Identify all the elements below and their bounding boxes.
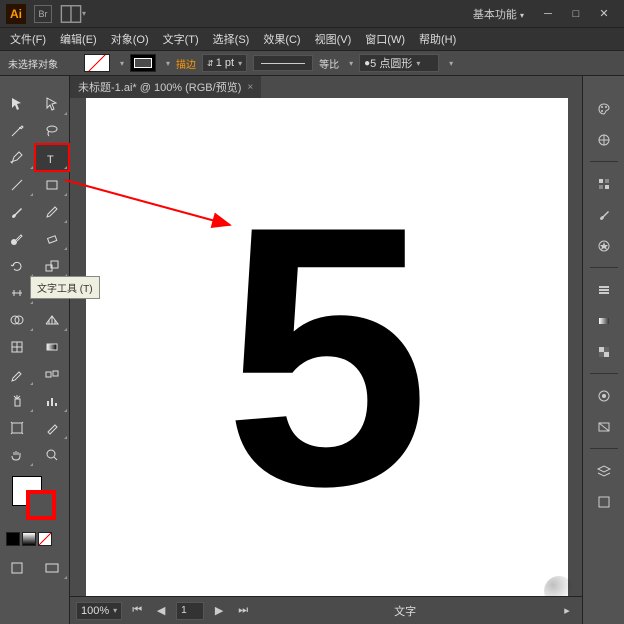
- menu-type[interactable]: 文字(T): [163, 31, 199, 47]
- close-button[interactable]: ✕: [590, 4, 618, 24]
- tab-close-icon[interactable]: ×: [247, 82, 253, 93]
- selection-tool[interactable]: [0, 90, 35, 117]
- artboards-panel-icon[interactable]: [590, 489, 618, 514]
- selection-status: 未选择对象: [8, 56, 58, 71]
- stroke-color-icon[interactable]: [26, 490, 56, 520]
- mesh-tool[interactable]: [0, 333, 35, 360]
- stroke-label[interactable]: 描边: [176, 56, 196, 71]
- document-area: 未标题-1.ai* @ 100% (RGB/预览) × 5 100%▾ ⏮ ◀ …: [70, 76, 582, 624]
- first-artboard-icon[interactable]: ⏮: [128, 603, 146, 619]
- title-bar: Ai Br ▾ 基本功能 ▾ ─ □ ✕: [0, 0, 624, 28]
- tab-title: 未标题-1.ai* @ 100% (RGB/预览): [78, 79, 241, 95]
- scale-label: 等比: [319, 56, 339, 71]
- gradient-mode-icon[interactable]: [22, 532, 36, 546]
- workspace: T: [0, 76, 624, 624]
- minimize-button[interactable]: ─: [534, 4, 562, 24]
- last-artboard-icon[interactable]: ⏭: [234, 603, 252, 619]
- menu-select[interactable]: 选择(S): [213, 31, 250, 47]
- screen-mode-normal[interactable]: [0, 554, 35, 581]
- zoom-level-input[interactable]: 100%▾: [76, 602, 122, 620]
- line-segment-tool[interactable]: [0, 171, 35, 198]
- zoom-tool[interactable]: [35, 441, 70, 468]
- maximize-button[interactable]: □: [562, 4, 590, 24]
- menu-edit[interactable]: 编辑(E): [60, 31, 97, 47]
- color-mode-icon[interactable]: [6, 532, 20, 546]
- menu-window[interactable]: 窗口(W): [365, 31, 405, 47]
- bridge-icon[interactable]: Br: [34, 5, 52, 23]
- scale-tool[interactable]: [35, 252, 70, 279]
- color-guide-panel-icon[interactable]: [590, 127, 618, 152]
- column-graph-tool[interactable]: [35, 387, 70, 414]
- svg-text:T: T: [47, 154, 54, 166]
- arrange-docs-icon[interactable]: ▾: [60, 5, 86, 23]
- pencil-tool[interactable]: [35, 198, 70, 225]
- none-mode-icon[interactable]: [38, 532, 52, 546]
- brush-definition[interactable]: ● 5 点圆形▾: [359, 54, 439, 72]
- symbol-sprayer-tool[interactable]: [0, 387, 35, 414]
- magic-wand-tool[interactable]: [0, 117, 35, 144]
- brushes-panel-icon[interactable]: [590, 202, 618, 227]
- blob-brush-tool[interactable]: [0, 225, 35, 252]
- fill-swatch[interactable]: [84, 54, 110, 72]
- document-tabs: 未标题-1.ai* @ 100% (RGB/预览) ×: [70, 76, 582, 98]
- perspective-grid-tool[interactable]: [35, 306, 70, 333]
- eyedropper-tool[interactable]: [0, 360, 35, 387]
- status-bar: 100%▾ ⏮ ◀ 1 ▶ ⏭ 文字 ▸: [70, 596, 582, 624]
- type-tool-tooltip: 文字工具 (T): [30, 276, 100, 299]
- app-logo-icon: Ai: [6, 4, 26, 24]
- stroke-dropdown-icon[interactable]: ▾: [166, 59, 170, 68]
- menu-bar: 文件(F) 编辑(E) 对象(O) 文字(T) 选择(S) 效果(C) 视图(V…: [0, 28, 624, 50]
- hand-tool[interactable]: [0, 441, 35, 468]
- shape-builder-tool[interactable]: [0, 306, 35, 333]
- color-panel-icon[interactable]: [590, 96, 618, 121]
- fill-stroke-indicator[interactable]: [0, 472, 69, 528]
- rotate-tool[interactable]: [0, 252, 35, 279]
- menu-view[interactable]: 视图(V): [315, 31, 352, 47]
- menu-effect[interactable]: 效果(C): [263, 31, 300, 47]
- screen-mode-switch[interactable]: [35, 554, 70, 581]
- layers-panel-icon[interactable]: [590, 458, 618, 483]
- menu-help[interactable]: 帮助(H): [419, 31, 456, 47]
- current-tool-label: 文字: [394, 603, 416, 619]
- artboard-number-input[interactable]: 1: [176, 602, 204, 620]
- stroke-profile[interactable]: [253, 55, 313, 71]
- brush-more-icon[interactable]: ▾: [449, 59, 453, 68]
- graphic-styles-panel-icon[interactable]: [590, 414, 618, 439]
- stroke-swatch[interactable]: [130, 54, 156, 72]
- pen-tool[interactable]: [0, 144, 35, 171]
- workspace-switcher[interactable]: 基本功能 ▾: [473, 6, 524, 22]
- status-more-icon[interactable]: ▸: [558, 603, 576, 619]
- next-artboard-icon[interactable]: ▶: [210, 603, 228, 619]
- rectangle-tool[interactable]: [35, 171, 70, 198]
- appearance-panel-icon[interactable]: [590, 383, 618, 408]
- paintbrush-tool[interactable]: [0, 198, 35, 225]
- artboard-tool[interactable]: [0, 414, 35, 441]
- blend-tool[interactable]: [35, 360, 70, 387]
- toolbox: T: [0, 76, 70, 624]
- type-tool[interactable]: T: [35, 144, 70, 171]
- prev-artboard-icon[interactable]: ◀: [152, 603, 170, 619]
- transparency-panel-icon[interactable]: [590, 339, 618, 364]
- scale-dropdown-icon[interactable]: ▾: [349, 59, 353, 68]
- lasso-tool[interactable]: [35, 117, 70, 144]
- stroke-weight-input[interactable]: ⇵1 pt▾: [202, 54, 247, 72]
- slice-tool[interactable]: [35, 414, 70, 441]
- eraser-tool[interactable]: [35, 225, 70, 252]
- fill-dropdown-icon[interactable]: ▾: [120, 59, 124, 68]
- document-tab[interactable]: 未标题-1.ai* @ 100% (RGB/预览) ×: [70, 76, 261, 98]
- control-bar: 未选择对象 ▾ ▾ 描边 ⇵1 pt▾ 等比 ▾ ● 5 点圆形▾ ▾: [0, 50, 624, 76]
- artwork-text: 5: [224, 172, 430, 542]
- gradient-panel-icon[interactable]: [590, 308, 618, 333]
- canvas[interactable]: 5: [86, 98, 568, 596]
- symbols-panel-icon[interactable]: [590, 233, 618, 258]
- direct-selection-tool[interactable]: [35, 90, 70, 117]
- stroke-panel-icon[interactable]: [590, 277, 618, 302]
- menu-file[interactable]: 文件(F): [10, 31, 46, 47]
- swatches-panel-icon[interactable]: [590, 171, 618, 196]
- panel-dock: [582, 76, 624, 624]
- menu-object[interactable]: 对象(O): [111, 31, 149, 47]
- gradient-tool[interactable]: [35, 333, 70, 360]
